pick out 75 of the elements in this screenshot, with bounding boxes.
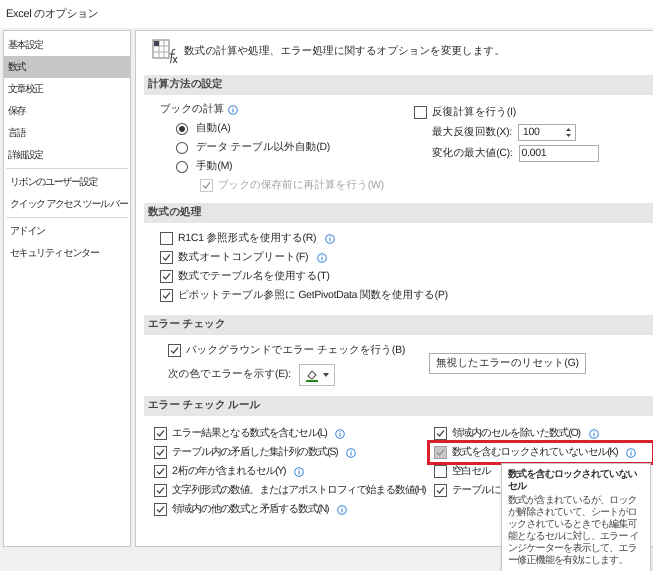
checkbox[interactable] [160,251,173,264]
radio-button[interactable] [176,142,188,154]
radio-label: 自動(A) [196,120,230,136]
info-icon[interactable] [294,466,304,476]
checkbox[interactable] [154,465,167,478]
sidebar-item[interactable]: アドイン [6,220,128,242]
sidebar-item[interactable]: リボンのユーザー設定 [6,171,128,193]
section-header: 数式の処理 [144,203,653,223]
sidebar-item[interactable]: 数式 [4,56,130,78]
checkbox[interactable] [160,270,173,283]
info-icon[interactable] [317,252,328,262]
option-label: R1C1 参照形式を使用する(R) [178,230,316,246]
info-icon[interactable] [337,504,348,514]
checkbox[interactable] [434,465,447,478]
radio-button[interactable] [176,122,188,134]
checkbox[interactable] [154,484,167,497]
option-label: ピボットテーブル参照に GetPivotData 関数を使用する(P) [178,288,448,303]
tooltip-title: 数式を含むロックされていないセル [508,469,638,493]
section-header: エラー チェック ルール [144,396,653,416]
sidebar-item[interactable]: クイック アクセス ツール バー [6,193,128,215]
checkbox[interactable] [434,446,447,459]
text-field[interactable]: 0.001 [518,145,598,162]
radio-label: 手動(M) [196,158,232,174]
option-label: バックグラウンドでエラー チェックを行う(B) [186,342,406,358]
checkbox[interactable] [160,232,173,245]
checkbox[interactable] [154,503,167,516]
caret-icon [322,373,329,377]
header-text: 数式の計算や処理、エラー処理に関するオプションを変更します。 [184,44,506,60]
option-label: エラー結果となる数式を含むセル(L) [172,426,326,441]
checkbox[interactable] [160,289,173,302]
option-label: 領域内のセルを除いた数式(O) [452,426,580,441]
info-icon[interactable] [346,448,356,458]
field-label: 変化の最大値(C): [432,146,512,161]
checkbox[interactable] [154,446,167,459]
checkbox[interactable] [434,427,447,440]
option-label: 領域内の他の数式と矛盾する数式(N) [172,502,328,517]
workbook-calc-label: ブックの計算 [160,102,224,118]
checkbox[interactable] [154,427,167,440]
checkbox[interactable] [414,106,427,119]
sidebar-item[interactable]: セキュリティ センター [6,242,128,264]
radio-button[interactable] [176,160,188,172]
option-label: 数式でテーブル名を使用する(T) [178,268,330,284]
spin-field[interactable]: 100 [518,124,576,141]
option-label: 空白セル [452,464,491,479]
option-label: テーブル内の矛盾した集計列の数式(S) [172,444,338,460]
sidebar-item[interactable]: 文章校正 [4,78,130,100]
paint-bucket-icon [304,368,319,382]
info-icon[interactable] [325,234,336,244]
radio-label: データ テーブル以外自動(D) [196,140,330,155]
option-label: 文字列形式の数値、またはアポストロフィで始まる数値(H) [172,482,426,498]
sidebar-item[interactable]: 詳細設定 [4,144,130,166]
checkbox[interactable] [168,344,181,357]
spin-arrows-icon[interactable] [566,128,571,137]
option-label: ブックの保存前に再計算を行う(W) [218,178,384,193]
info-icon[interactable] [335,428,346,438]
reset-button[interactable]: 無視したエラーのリセット(G) [429,353,586,374]
option-label: 2 桁の年が含まれるセル(Y) [172,464,286,479]
section-header: 計算方法の設定 [144,75,653,95]
info-icon[interactable] [228,105,238,115]
sidebar-item[interactable]: 保存 [4,100,130,122]
tooltip-text: 数式が含まれているが、ロックが解除されていて、シートがロックされているときでも編集可能となるセルに対し、エラー インジケーターを表示して、エラー修正機能を有効にします。 [508,495,640,567]
field-label: 最大反復回数(X): [432,124,512,140]
info-icon[interactable] [588,428,599,438]
sidebar-item[interactable]: 基本設定 [4,34,130,56]
option-label: 数式を含むロックされていないセル(K) [452,444,618,460]
info-icon[interactable] [626,448,636,458]
formula-icon [152,39,178,65]
title-bar: Excel のオプション [0,0,653,28]
color-label: 次の色でエラーを示す(E): [168,367,291,382]
color-picker[interactable] [298,364,335,386]
option-label: テーブルに [452,482,501,498]
sidebar-item[interactable]: 言語 [4,122,130,144]
option-label: 数式オートコンプリート(F) [178,250,308,265]
section-header: エラー チェック [144,315,653,335]
option-label: 反復計算を行う(I) [432,104,516,120]
